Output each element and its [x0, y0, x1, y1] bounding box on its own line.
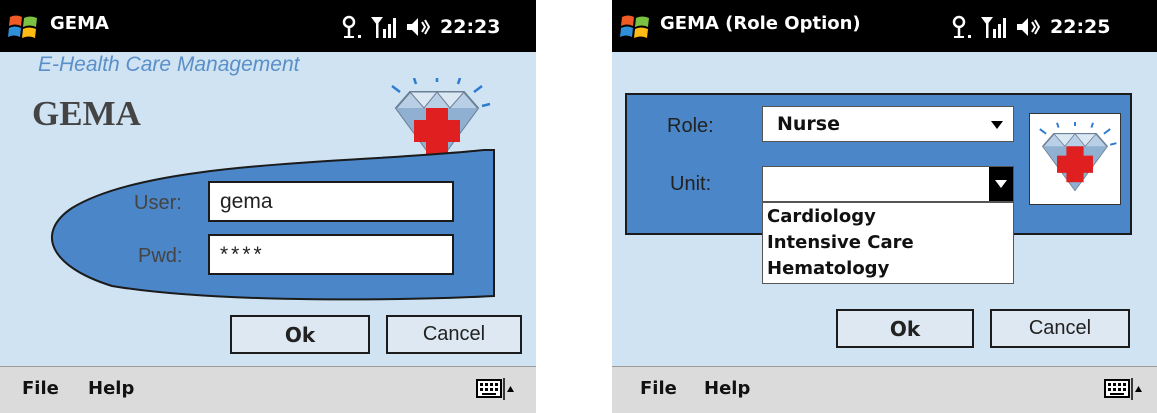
dropdown-button[interactable]	[989, 167, 1013, 201]
role-select-value: Nurse	[777, 113, 840, 135]
unit-label: Unit:	[670, 173, 712, 195]
antenna-icon	[952, 15, 971, 38]
login-screen: GEMA 22:23 E-Health Care Management GEMA…	[0, 0, 536, 413]
unit-select[interactable]	[762, 166, 1014, 202]
password-input[interactable]: ****	[208, 234, 454, 275]
unit-option-hematology[interactable]: Hematology	[763, 256, 1013, 282]
unit-dropdown-list: Cardiology Intensive Care Hematology	[762, 202, 1014, 284]
user-label: User:	[134, 192, 182, 214]
menu-help[interactable]: Help	[704, 378, 750, 399]
logo-frame	[1029, 113, 1121, 205]
keyboard-icon[interactable]	[476, 378, 514, 400]
cancel-button[interactable]: Cancel	[990, 309, 1130, 348]
role-select[interactable]: Nurse	[762, 106, 1014, 142]
windows-start-icon[interactable]	[620, 13, 652, 41]
menu-file[interactable]: File	[22, 378, 59, 399]
volume-icon[interactable]	[1014, 14, 1040, 40]
menu-bar: File Help	[612, 366, 1157, 413]
menu-bar: File Help	[0, 366, 536, 413]
ok-button[interactable]: Ok	[836, 309, 974, 348]
role-label: Role:	[667, 115, 714, 137]
chevron-down-icon	[995, 180, 1007, 188]
menu-help[interactable]: Help	[88, 378, 134, 399]
signal-icon	[981, 17, 1006, 38]
chevron-down-icon	[991, 121, 1003, 129]
unit-option-cardiology[interactable]: Cardiology	[763, 204, 1013, 230]
role-screen: GEMA (Role Option) 22:25 Role: Nurse Uni…	[612, 0, 1157, 413]
window-title: GEMA (Role Option)	[660, 13, 861, 34]
clock: 22:25	[1050, 16, 1111, 38]
pwd-label: Pwd:	[138, 245, 183, 267]
user-input[interactable]: gema	[208, 181, 454, 222]
menu-file[interactable]: File	[640, 378, 677, 399]
diamond-red-cross-logo	[1039, 122, 1117, 192]
keyboard-icon[interactable]	[1104, 378, 1142, 400]
unit-option-intensive-care[interactable]: Intensive Care	[763, 230, 1013, 256]
ok-button[interactable]: Ok	[230, 315, 370, 354]
cancel-button[interactable]: Cancel	[386, 315, 522, 354]
title-bar: GEMA (Role Option) 22:25	[612, 0, 1157, 52]
status-area: 22:25	[948, 12, 1110, 42]
